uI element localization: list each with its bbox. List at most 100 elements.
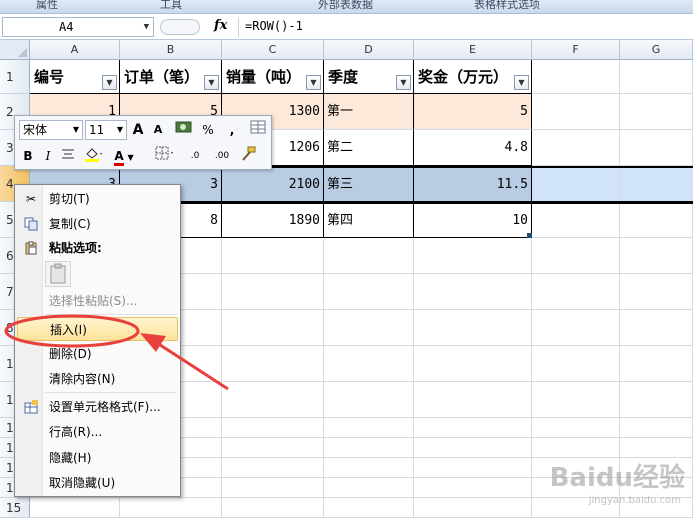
grid-cell[interactable]: [414, 418, 532, 438]
menu-item-format-cells[interactable]: 设置单元格格式(F)...: [17, 395, 178, 419]
italic-button[interactable]: I: [39, 146, 57, 166]
grid-cell[interactable]: [532, 310, 620, 346]
fill-color-button[interactable]: [81, 146, 107, 166]
menu-item-clear-contents[interactable]: 清除内容(N): [17, 367, 178, 391]
formula-bar-resize-handle[interactable]: [160, 19, 200, 35]
grid-cell[interactable]: [532, 438, 620, 458]
grid-cell[interactable]: [532, 346, 620, 382]
grid-cell[interactable]: [324, 478, 414, 498]
grid-cell[interactable]: [222, 274, 324, 310]
insert-function-button[interactable]: fx: [214, 18, 227, 33]
column-header-a[interactable]: A: [30, 40, 120, 60]
table-header-cell[interactable]: 奖金（万元） ▼: [414, 60, 532, 94]
grid-cell[interactable]: [324, 418, 414, 438]
grid-cell[interactable]: [620, 130, 693, 166]
grid-cell[interactable]: [222, 498, 324, 518]
grid-cell[interactable]: [222, 478, 324, 498]
table-cell[interactable]: 第二: [324, 130, 414, 166]
column-header-f[interactable]: F: [532, 40, 620, 60]
grid-cell[interactable]: [532, 168, 620, 202]
grid-cell[interactable]: [414, 238, 532, 274]
grid-cell[interactable]: [620, 60, 693, 94]
filter-dropdown-icon[interactable]: ▼: [204, 75, 219, 90]
format-painter-table-button[interactable]: [249, 120, 267, 140]
menu-item-unhide[interactable]: 取消隐藏(U): [17, 471, 178, 495]
grid-cell[interactable]: [414, 458, 532, 478]
grow-font-button[interactable]: A: [129, 120, 147, 140]
grid-cell[interactable]: [414, 382, 532, 418]
percent-style-button[interactable]: %: [199, 120, 217, 140]
table-cell[interactable]: 5: [414, 94, 532, 130]
grid-cell[interactable]: [414, 346, 532, 382]
grid-cell[interactable]: [222, 458, 324, 478]
select-all-button[interactable]: [0, 40, 30, 60]
grid-cell[interactable]: [620, 438, 693, 458]
grid-cell[interactable]: [222, 238, 324, 274]
grid-cell[interactable]: [532, 238, 620, 274]
menu-item-row-height[interactable]: 行高(R)...: [17, 420, 178, 444]
name-box[interactable]: A4 ▼: [2, 17, 154, 37]
table-cell[interactable]: 第三: [324, 168, 414, 202]
grid-cell[interactable]: [414, 478, 532, 498]
grid-cell[interactable]: [532, 418, 620, 438]
filter-dropdown-icon[interactable]: ▼: [514, 75, 529, 90]
center-align-button[interactable]: [59, 146, 77, 166]
grid-cell[interactable]: [620, 310, 693, 346]
grid-cell[interactable]: [620, 204, 693, 238]
table-cell[interactable]: 4.8: [414, 130, 532, 166]
table-cell[interactable]: 10: [414, 204, 532, 238]
number-format-button[interactable]: [171, 120, 197, 140]
grid-cell[interactable]: [324, 438, 414, 458]
grid-cell[interactable]: [324, 310, 414, 346]
grid-cell[interactable]: [620, 238, 693, 274]
chevron-down-icon[interactable]: ▼: [144, 18, 149, 36]
grid-cell[interactable]: [532, 382, 620, 418]
grid-cell[interactable]: [620, 94, 693, 130]
grid-cell[interactable]: [414, 438, 532, 458]
filter-dropdown-icon[interactable]: ▼: [306, 75, 321, 90]
bold-button[interactable]: B: [19, 146, 37, 166]
grid-cell[interactable]: [222, 438, 324, 458]
grid-cell[interactable]: [620, 418, 693, 438]
table-cell[interactable]: 2100: [222, 168, 324, 202]
column-header-b[interactable]: B: [120, 40, 222, 60]
grid-cell[interactable]: [532, 94, 620, 130]
font-color-button[interactable]: A ▼: [109, 146, 139, 166]
grid-cell[interactable]: [324, 498, 414, 518]
table-header-cell[interactable]: 订单（笔） ▼: [120, 60, 222, 94]
grid-cell[interactable]: [324, 346, 414, 382]
grid-cell[interactable]: [620, 168, 693, 202]
decrease-decimal-button[interactable]: .00: [209, 146, 235, 166]
grid-cell[interactable]: [324, 274, 414, 310]
grid-cell[interactable]: [620, 382, 693, 418]
borders-button[interactable]: [153, 146, 179, 166]
formula-input[interactable]: =ROW()-1: [238, 17, 691, 37]
font-size-dropdown[interactable]: 11 ▼: [85, 120, 127, 140]
grid-cell[interactable]: [620, 346, 693, 382]
column-header-d[interactable]: D: [324, 40, 414, 60]
comma-style-button[interactable]: ,: [223, 120, 241, 140]
menu-item-cut[interactable]: ✂ 剪切(T): [17, 187, 178, 211]
grid-cell[interactable]: [532, 60, 620, 94]
table-header-cell[interactable]: 销量（吨） ▼: [222, 60, 324, 94]
grid-cell[interactable]: [414, 310, 532, 346]
grid-cell[interactable]: [120, 498, 222, 518]
grid-cell[interactable]: [532, 204, 620, 238]
increase-decimal-button[interactable]: .0: [183, 146, 207, 166]
menu-item-insert[interactable]: 插入(I): [17, 317, 178, 341]
grid-cell[interactable]: [414, 274, 532, 310]
format-painter-button[interactable]: [239, 146, 257, 166]
table-header-cell[interactable]: 季度 ▼: [324, 60, 414, 94]
grid-cell[interactable]: [222, 346, 324, 382]
table-cell[interactable]: 1890: [222, 204, 324, 238]
grid-cell[interactable]: [532, 274, 620, 310]
grid-cell[interactable]: [324, 238, 414, 274]
grid-cell[interactable]: [324, 382, 414, 418]
column-header-e[interactable]: E: [414, 40, 532, 60]
table-cell[interactable]: 第一: [324, 94, 414, 130]
grid-cell[interactable]: [324, 458, 414, 478]
font-name-dropdown[interactable]: 宋体 ▼: [19, 120, 83, 140]
menu-item-delete[interactable]: 删除(D): [17, 342, 178, 366]
filter-dropdown-icon[interactable]: ▼: [102, 75, 117, 90]
column-header-g[interactable]: G: [620, 40, 693, 60]
